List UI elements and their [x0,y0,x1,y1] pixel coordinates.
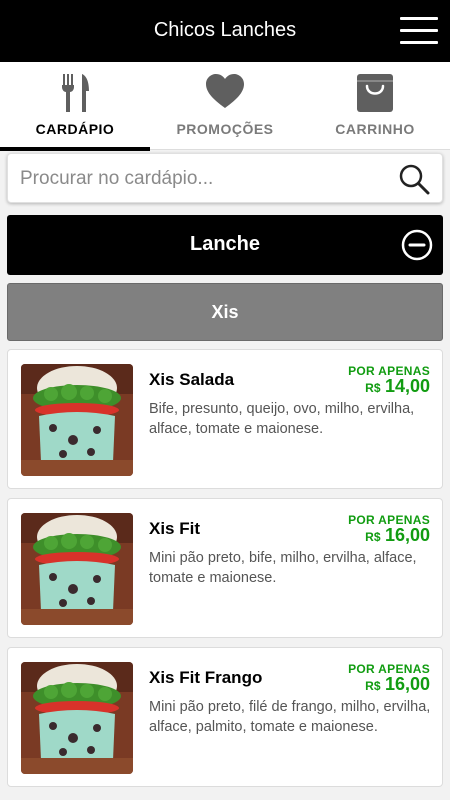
tab-cardapio[interactable]: CARDÁPIO [0,62,150,151]
currency-symbol: R$ [365,679,381,693]
search-input[interactable] [20,162,380,196]
product-name: Xis Fit [149,519,201,538]
shopping-bag-icon [357,74,393,112]
product-card[interactable]: Xis Fit POR APENAS R$ 16,00 Mini pão pre… [7,498,443,638]
product-price: R$ 16,00 [365,674,430,695]
product-image [21,364,133,476]
product-name: Xis Salada [149,370,235,389]
product-card[interactable]: Xis Salada POR APENAS R$ 14,00 Bife, pre… [7,349,443,489]
subcategory-label: Xis [211,302,239,322]
currency-symbol: R$ [365,530,381,544]
tab-bar: CARDÁPIO PROMOÇÕES CARRINHO [0,62,450,151]
heart-icon [206,74,244,108]
category-label: Lanche [189,233,261,255]
product-image [21,513,133,625]
search-icon[interactable] [398,163,430,195]
currency-symbol: R$ [365,381,381,395]
active-tab-indicator [0,147,150,151]
product-description: Mini pão preto, bife, milho, ervilha, al… [149,550,417,586]
tab-label: PROMOÇÕES [176,121,274,137]
price-value: 14,00 [384,376,430,396]
price-value: 16,00 [384,525,430,545]
product-price: R$ 16,00 [365,525,430,546]
product-image [21,662,133,774]
tab-label: CARDÁPIO [35,121,115,137]
category-header-lanche[interactable]: Lanche [7,215,443,275]
tab-promocoes[interactable]: PROMOÇÕES [150,62,300,150]
hamburger-menu-icon[interactable] [400,15,440,47]
price-value: 16,00 [384,674,430,694]
app: Chicos Lanches CARDÁPIO PROMOÇÕES CARRIN… [0,0,450,800]
tab-label: CARRINHO [335,121,415,137]
collapse-minus-icon[interactable] [401,229,433,261]
tab-carrinho[interactable]: CARRINHO [300,62,450,150]
product-description: Mini pão preto, filé de frango, milho, e… [149,699,431,735]
search-box [7,153,443,203]
fork-knife-icon [62,74,89,112]
app-title: Chicos Lanches [153,19,297,41]
subcategory-header-xis[interactable]: Xis [7,283,443,341]
product-name: Xis Fit Frango [149,668,263,687]
product-card[interactable]: Xis Fit Frango POR APENAS R$ 16,00 Mini … [7,647,443,787]
product-price: R$ 14,00 [365,376,430,397]
top-bar: Chicos Lanches [0,0,450,62]
product-description: Bife, presunto, queijo, ovo, milho, ervi… [149,401,415,437]
